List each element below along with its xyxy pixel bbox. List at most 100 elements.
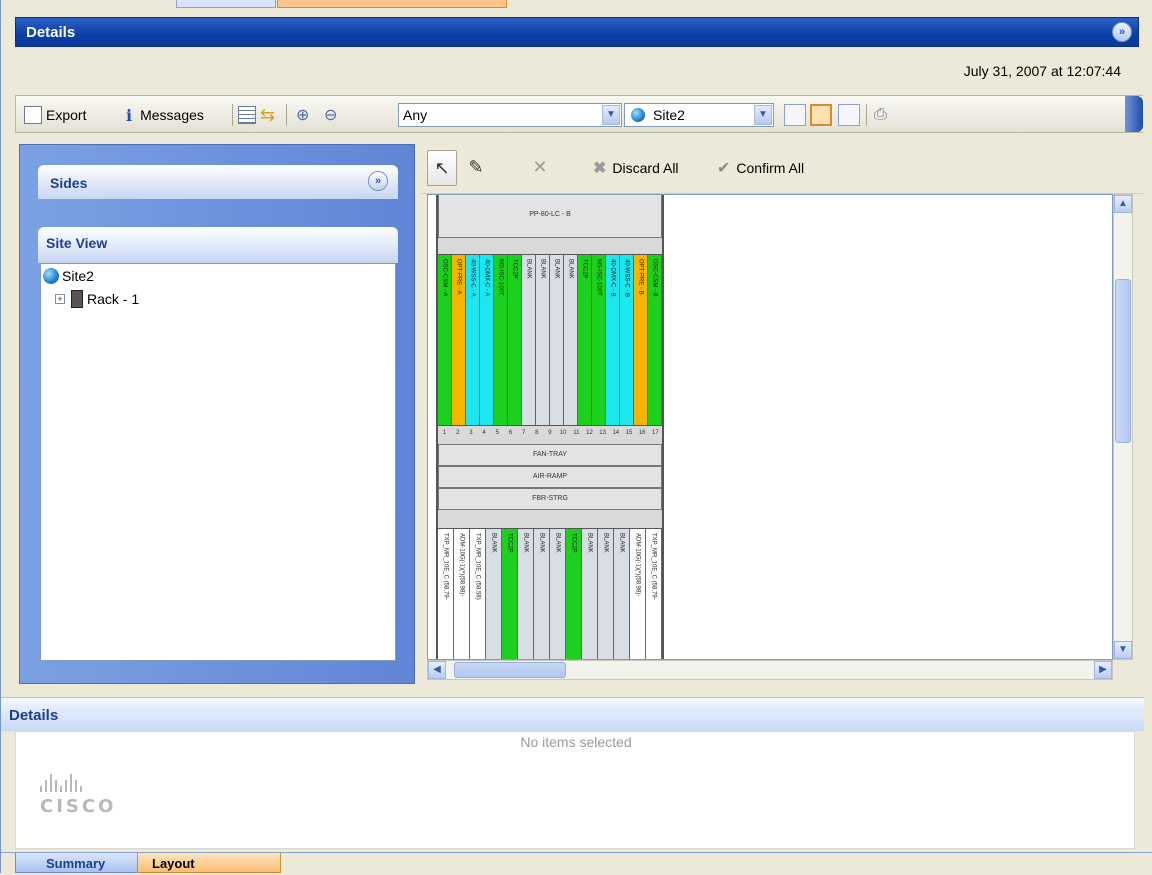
sync-button[interactable]: ⇆ — [260, 104, 275, 126]
upper-slot-card[interactable]: BLANK — [550, 255, 564, 425]
lower-slot-card[interactable]: BLANK — [550, 529, 566, 659]
site-value-wrap: Site2 — [631, 107, 685, 123]
table-icon — [238, 106, 256, 124]
slot-number: 8 — [535, 430, 539, 436]
horizontal-scroll-thumb[interactable] — [454, 662, 566, 678]
slot-number: 16 — [638, 430, 646, 436]
upper-slot-card[interactable]: 40-DMX-C - A — [480, 255, 494, 425]
card-label: BLANK — [553, 259, 560, 279]
dropdown-arrow-icon[interactable]: ▼ — [602, 105, 620, 125]
filter-dropdown[interactable]: Any ▼ — [398, 103, 622, 127]
upper-card-row: OSC-CSM - A OPT-PRE - A 40-WSS-C - A 40-DMX… — [438, 254, 662, 426]
lower-slot-card[interactable]: ADM-10G(-1)(*)(58.98)- — [454, 529, 470, 659]
scroll-up-icon[interactable]: ▲ — [1114, 195, 1132, 213]
upper-slot-card[interactable]: OSC-CSM - B — [648, 255, 662, 425]
lower-slot-card[interactable]: BLANK — [582, 529, 598, 659]
upper-slot-card[interactable]: 40-WSS-C - A — [466, 255, 480, 425]
edit-pencil-button[interactable]: ✎ — [461, 150, 491, 186]
lower-slot-card[interactable]: TCC2P — [502, 529, 518, 659]
lower-slot-card[interactable]: BLANK — [518, 529, 534, 659]
rack-shelf[interactable]: AIR-RAMP — [438, 466, 662, 488]
expand-plus-icon[interactable]: + — [55, 294, 65, 304]
lower-slot-card[interactable]: TCC2P — [566, 529, 582, 659]
filter-value: Any — [403, 107, 428, 123]
site-dropdown[interactable]: Site2 ▼ — [624, 103, 774, 127]
tab-summary[interactable]: Summary — [15, 853, 145, 873]
print-button[interactable]: ⎙ — [874, 104, 887, 126]
top-tab-right[interactable] — [277, 0, 507, 8]
sides-label: Sides — [50, 175, 88, 191]
zoom-in-icon: ⊕ — [296, 107, 310, 124]
table-view-button[interactable] — [238, 104, 260, 126]
slot-number: 6 — [508, 430, 513, 436]
upper-slot-card[interactable]: MS-ISC-100T — [494, 255, 508, 425]
upper-slot-card[interactable]: BLANK — [522, 255, 536, 425]
upper-slot-card[interactable]: OPT-PRE - A — [452, 255, 466, 425]
zoom-in-button[interactable]: ⊕ — [296, 104, 309, 126]
printer-icon: ⎙ — [874, 106, 887, 123]
zoom-out-button[interactable]: ⊖ — [324, 104, 337, 126]
top-tab-left[interactable] — [176, 0, 276, 8]
card-label: OPT-PRE - A — [455, 259, 462, 295]
view-mode-2-button[interactable] — [810, 104, 832, 126]
slot-number: 4 — [482, 430, 486, 436]
card-label: TXP_MR_10E_C (58.58) — [474, 533, 481, 600]
collapse-chevron-icon[interactable]: » — [1112, 22, 1132, 42]
slot-number: 15 — [625, 430, 633, 436]
tab-layout[interactable]: Layout — [137, 853, 281, 873]
delete-x-icon: ✕ — [532, 157, 548, 177]
lower-slot-card[interactable]: TXP_MR_10E_C (58.79- — [646, 529, 662, 659]
upper-slot-card[interactable]: MS-ISC-100T — [592, 255, 606, 425]
lower-slot-card[interactable]: TXP_MR_10E_C (58.58) — [470, 529, 486, 659]
dropdown-arrow-icon[interactable]: ▼ — [754, 105, 772, 125]
messages-label: Messages — [140, 107, 204, 123]
lower-slot-card[interactable]: BLANK — [486, 529, 502, 659]
lower-slot-card[interactable]: BLANK — [598, 529, 614, 659]
card-label: OSC-CSM - B — [651, 259, 658, 297]
site-value: Site2 — [653, 107, 685, 123]
messages-button[interactable]: i Messages — [126, 104, 204, 126]
card-label: TCC2P — [511, 259, 518, 279]
discard-x-icon: ✖ — [593, 160, 607, 177]
checkmark-icon: ✔ — [717, 160, 731, 177]
scroll-left-icon[interactable]: ◀ — [428, 661, 446, 679]
lower-slot-card[interactable]: BLANK — [614, 529, 630, 659]
expand-chevron-icon[interactable]: » — [368, 171, 388, 191]
rack-shelf[interactable]: FAN-TRAY — [438, 444, 662, 466]
cisco-bars-icon — [40, 772, 116, 792]
card-label: ADM-10G(-1)(*)(58.98)- — [634, 533, 641, 597]
delete-button[interactable]: ✕ — [525, 150, 555, 186]
toolbar-separator — [286, 104, 287, 126]
upper-slot-card[interactable]: 40-WSS-C - B — [620, 255, 634, 425]
horizontal-scrollbar[interactable]: ◀ ▶ — [427, 660, 1113, 680]
discard-all-button[interactable]: ✖ Discard All — [593, 158, 679, 178]
scroll-right-icon[interactable]: ▶ — [1094, 661, 1112, 679]
upper-slot-card[interactable]: BLANK — [536, 255, 550, 425]
view-mode-3-button[interactable] — [838, 104, 860, 126]
view-mode-1-button[interactable] — [784, 104, 806, 126]
main-toolbar: Export i Messages ⇆ ⊕ ⊖ Any ▼ Site2 ▼ ⎙ — [15, 95, 1143, 133]
upper-slot-card[interactable]: OPT-PRE - B — [634, 255, 648, 425]
upper-slot-card[interactable]: TCC2P — [508, 255, 522, 425]
upper-slot-card[interactable]: BLANK — [564, 255, 578, 425]
slot-number: 3 — [469, 430, 473, 436]
lower-slot-card[interactable]: BLANK — [534, 529, 550, 659]
sides-header[interactable]: Sides » — [38, 165, 398, 199]
vertical-scrollbar[interactable]: ▲ ▼ — [1113, 194, 1133, 660]
card-label: OPT-PRE - B — [637, 259, 644, 295]
rack-canvas[interactable]: PP-80-LC - B OSC-CSM - A OPT-PRE - A 40-WS… — [427, 194, 1113, 660]
select-pointer-button[interactable]: ↖ — [427, 150, 457, 186]
rack-shelf[interactable]: FBR-STRG — [438, 488, 662, 510]
lower-slot-card[interactable]: TXP_MR_10E_C (58.79- — [438, 529, 454, 659]
tree-node-site[interactable]: Site2 — [43, 268, 94, 284]
lower-slot-card[interactable]: ADM-10G(-1)(*)(58.98)- — [630, 529, 646, 659]
upper-slot-card[interactable]: TCC2P — [578, 255, 592, 425]
scroll-down-icon[interactable]: ▼ — [1114, 641, 1132, 659]
tree-node-rack[interactable]: + Rack - 1 — [55, 290, 139, 308]
confirm-all-button[interactable]: ✔ Confirm All — [717, 158, 804, 178]
tree-node-rack-label: Rack - 1 — [87, 291, 140, 307]
upper-slot-card[interactable]: OSC-CSM - A — [438, 255, 452, 425]
export-button[interactable]: Export — [24, 104, 86, 126]
upper-slot-card[interactable]: 40-DMX-C - B — [606, 255, 620, 425]
vertical-scroll-thumb[interactable] — [1115, 279, 1131, 443]
